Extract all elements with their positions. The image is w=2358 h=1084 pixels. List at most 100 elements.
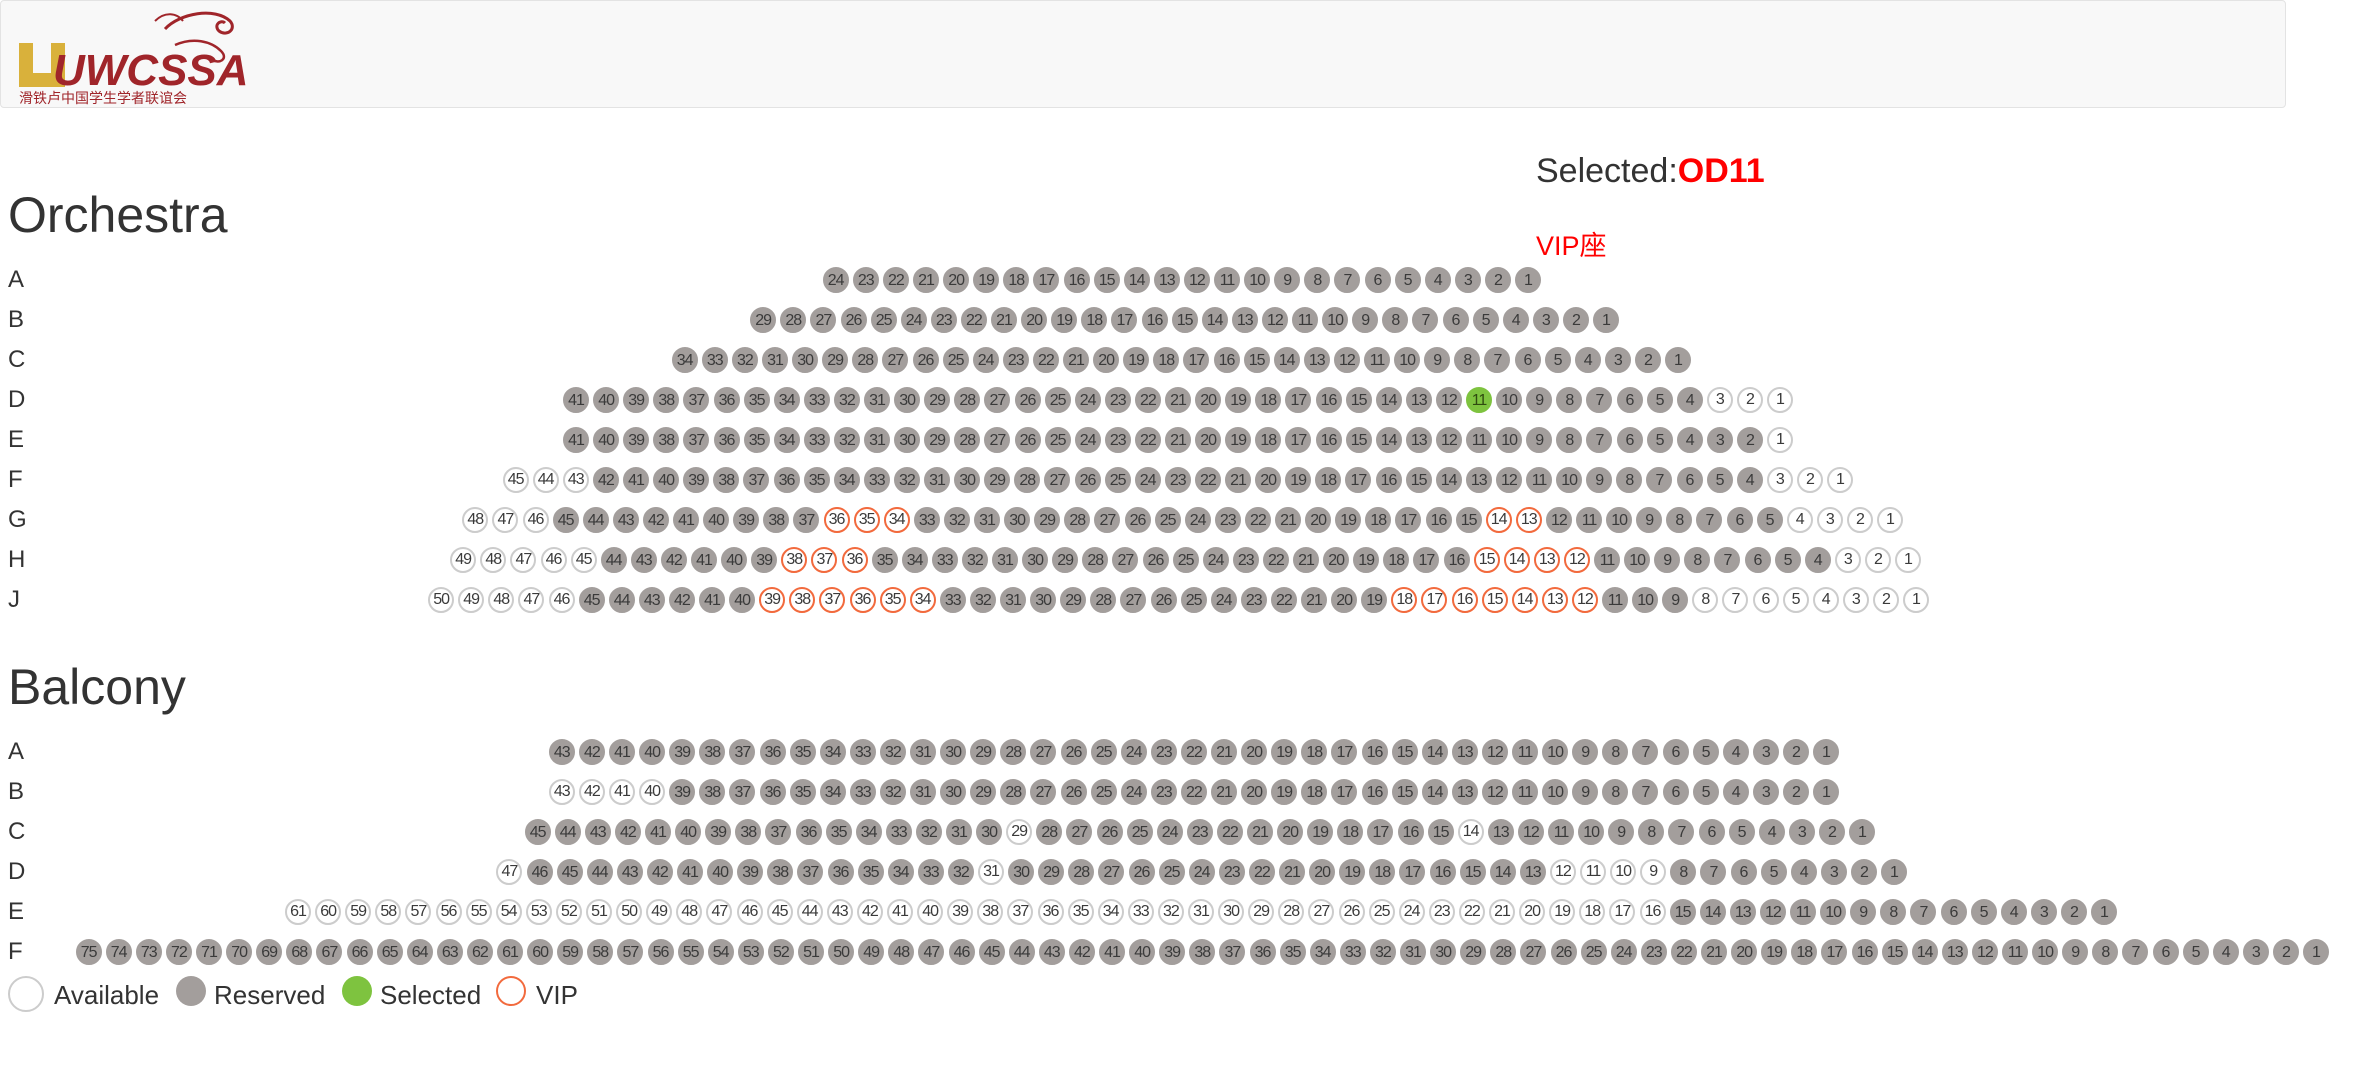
seat-orchestra-h18-reserved[interactable]: 18: [1383, 547, 1410, 573]
seat-balcony-f63-reserved[interactable]: 63: [436, 939, 463, 965]
seat-balcony-b40-available[interactable]: 40: [639, 779, 666, 805]
seat-orchestra-j34-vip[interactable]: 34: [909, 587, 936, 613]
seat-balcony-d10-available[interactable]: 10: [1610, 859, 1637, 885]
seat-balcony-f22-reserved[interactable]: 22: [1670, 939, 1697, 965]
seat-balcony-b1-reserved[interactable]: 1: [1813, 779, 1839, 805]
seat-balcony-f29-reserved[interactable]: 29: [1460, 939, 1487, 965]
seat-orchestra-g11-reserved[interactable]: 11: [1576, 507, 1602, 533]
seat-orchestra-a16-reserved[interactable]: 16: [1063, 267, 1090, 293]
seat-orchestra-j1-available[interactable]: 1: [1903, 587, 1929, 613]
seat-balcony-a31-reserved[interactable]: 31: [910, 739, 936, 765]
seat-orchestra-h26-reserved[interactable]: 26: [1142, 547, 1169, 573]
seat-balcony-a3-reserved[interactable]: 3: [1752, 739, 1779, 765]
seat-balcony-d16-reserved[interactable]: 16: [1429, 859, 1456, 885]
seat-balcony-d7-reserved[interactable]: 7: [1700, 859, 1727, 885]
seat-balcony-e34-available[interactable]: 34: [1097, 899, 1124, 925]
seat-orchestra-j36-vip[interactable]: 36: [849, 587, 876, 613]
seat-orchestra-e20-reserved[interactable]: 20: [1195, 427, 1222, 453]
seat-orchestra-a22-reserved[interactable]: 22: [882, 267, 909, 293]
seat-balcony-d14-reserved[interactable]: 14: [1489, 859, 1516, 885]
seat-balcony-e30-available[interactable]: 30: [1218, 899, 1245, 925]
seat-orchestra-c23-reserved[interactable]: 23: [1002, 347, 1029, 373]
seat-balcony-b2-reserved[interactable]: 2: [1782, 779, 1809, 805]
seat-orchestra-f5-reserved[interactable]: 5: [1706, 467, 1733, 493]
seat-balcony-a30-reserved[interactable]: 30: [940, 739, 967, 765]
seat-orchestra-b3-reserved[interactable]: 3: [1532, 307, 1559, 333]
seat-balcony-f38-reserved[interactable]: 38: [1189, 939, 1216, 965]
seat-balcony-c39-reserved[interactable]: 39: [705, 819, 732, 845]
seat-balcony-f58-reserved[interactable]: 58: [587, 939, 614, 965]
seat-balcony-f1-reserved[interactable]: 1: [2303, 939, 2329, 965]
seat-orchestra-d21-reserved[interactable]: 21: [1165, 387, 1191, 413]
seat-orchestra-e25-reserved[interactable]: 25: [1044, 427, 1071, 453]
seat-orchestra-g39-reserved[interactable]: 39: [733, 507, 760, 533]
seat-balcony-f70-reserved[interactable]: 70: [226, 939, 253, 965]
seat-balcony-e29-available[interactable]: 29: [1248, 899, 1275, 925]
seat-orchestra-g25-reserved[interactable]: 25: [1154, 507, 1181, 533]
seat-balcony-f52-reserved[interactable]: 52: [767, 939, 794, 965]
seat-balcony-c6-reserved[interactable]: 6: [1698, 819, 1725, 845]
seat-orchestra-e41-reserved[interactable]: 41: [563, 427, 589, 453]
seat-orchestra-d18-reserved[interactable]: 18: [1255, 387, 1282, 413]
seat-orchestra-j46-available[interactable]: 46: [548, 587, 575, 613]
seat-balcony-b37-reserved[interactable]: 37: [729, 779, 756, 805]
seat-balcony-e25-available[interactable]: 25: [1368, 899, 1395, 925]
seat-orchestra-b21-reserved[interactable]: 21: [991, 307, 1017, 333]
seat-balcony-e5-reserved[interactable]: 5: [1970, 899, 1997, 925]
seat-balcony-b9-reserved[interactable]: 9: [1572, 779, 1599, 805]
seat-balcony-c22-reserved[interactable]: 22: [1216, 819, 1243, 845]
seat-orchestra-g18-reserved[interactable]: 18: [1365, 507, 1392, 533]
seat-balcony-c28-reserved[interactable]: 28: [1036, 819, 1063, 845]
seat-orchestra-d31-reserved[interactable]: 31: [864, 387, 890, 413]
seat-balcony-f10-reserved[interactable]: 10: [2032, 939, 2059, 965]
seat-orchestra-d1-available[interactable]: 1: [1767, 387, 1793, 413]
seat-balcony-b17-reserved[interactable]: 17: [1331, 779, 1358, 805]
seat-orchestra-d6-reserved[interactable]: 6: [1616, 387, 1643, 413]
seat-balcony-e13-reserved[interactable]: 13: [1729, 899, 1756, 925]
seat-balcony-c29-available[interactable]: 29: [1006, 819, 1033, 845]
seat-balcony-d26-reserved[interactable]: 26: [1128, 859, 1155, 885]
seat-balcony-d12-available[interactable]: 12: [1549, 859, 1576, 885]
seat-balcony-c24-reserved[interactable]: 24: [1156, 819, 1183, 845]
seat-balcony-e38-available[interactable]: 38: [977, 899, 1004, 925]
seat-balcony-e27-available[interactable]: 27: [1308, 899, 1335, 925]
seat-orchestra-f13-reserved[interactable]: 13: [1465, 467, 1492, 493]
seat-orchestra-c30-reserved[interactable]: 30: [792, 347, 819, 373]
seat-orchestra-c18-reserved[interactable]: 18: [1153, 347, 1180, 373]
seat-orchestra-c27-reserved[interactable]: 27: [882, 347, 909, 373]
seat-orchestra-j40-reserved[interactable]: 40: [729, 587, 756, 613]
seat-orchestra-e31-reserved[interactable]: 31: [864, 427, 890, 453]
seat-orchestra-f32-reserved[interactable]: 32: [893, 467, 920, 493]
seat-balcony-b3-reserved[interactable]: 3: [1752, 779, 1779, 805]
seat-orchestra-b11-reserved[interactable]: 11: [1292, 307, 1318, 333]
seat-balcony-d13-reserved[interactable]: 13: [1519, 859, 1546, 885]
seat-balcony-d22-reserved[interactable]: 22: [1248, 859, 1275, 885]
seat-orchestra-a21-reserved[interactable]: 21: [913, 267, 939, 293]
seat-orchestra-h40-reserved[interactable]: 40: [721, 547, 748, 573]
seat-balcony-a37-reserved[interactable]: 37: [729, 739, 756, 765]
seat-orchestra-h36-vip[interactable]: 36: [841, 547, 868, 573]
seat-orchestra-f2-available[interactable]: 2: [1796, 467, 1823, 493]
seat-balcony-b33-reserved[interactable]: 33: [849, 779, 876, 805]
seat-orchestra-e4-reserved[interactable]: 4: [1676, 427, 1703, 453]
seat-balcony-a11-reserved[interactable]: 11: [1512, 739, 1538, 765]
seat-balcony-a4-reserved[interactable]: 4: [1722, 739, 1749, 765]
seat-balcony-f17-reserved[interactable]: 17: [1821, 939, 1848, 965]
seat-orchestra-f44-available[interactable]: 44: [532, 467, 559, 493]
seat-orchestra-b25-reserved[interactable]: 25: [870, 307, 897, 333]
seat-orchestra-f22-reserved[interactable]: 22: [1194, 467, 1221, 493]
seat-orchestra-a17-reserved[interactable]: 17: [1033, 267, 1060, 293]
seat-balcony-c44-reserved[interactable]: 44: [554, 819, 581, 845]
seat-orchestra-j18-vip[interactable]: 18: [1391, 587, 1418, 613]
seat-orchestra-g6-reserved[interactable]: 6: [1726, 507, 1753, 533]
seat-orchestra-c11-reserved[interactable]: 11: [1364, 347, 1390, 373]
seat-orchestra-c4-reserved[interactable]: 4: [1574, 347, 1601, 373]
seat-orchestra-e10-reserved[interactable]: 10: [1496, 427, 1523, 453]
seat-orchestra-f34-reserved[interactable]: 34: [833, 467, 860, 493]
seat-orchestra-f43-available[interactable]: 43: [562, 467, 589, 493]
seat-orchestra-e9-reserved[interactable]: 9: [1526, 427, 1553, 453]
seat-orchestra-a23-reserved[interactable]: 23: [852, 267, 879, 293]
seat-balcony-f20-reserved[interactable]: 20: [1731, 939, 1758, 965]
seat-orchestra-a11-reserved[interactable]: 11: [1214, 267, 1240, 293]
seat-orchestra-e7-reserved[interactable]: 7: [1586, 427, 1613, 453]
